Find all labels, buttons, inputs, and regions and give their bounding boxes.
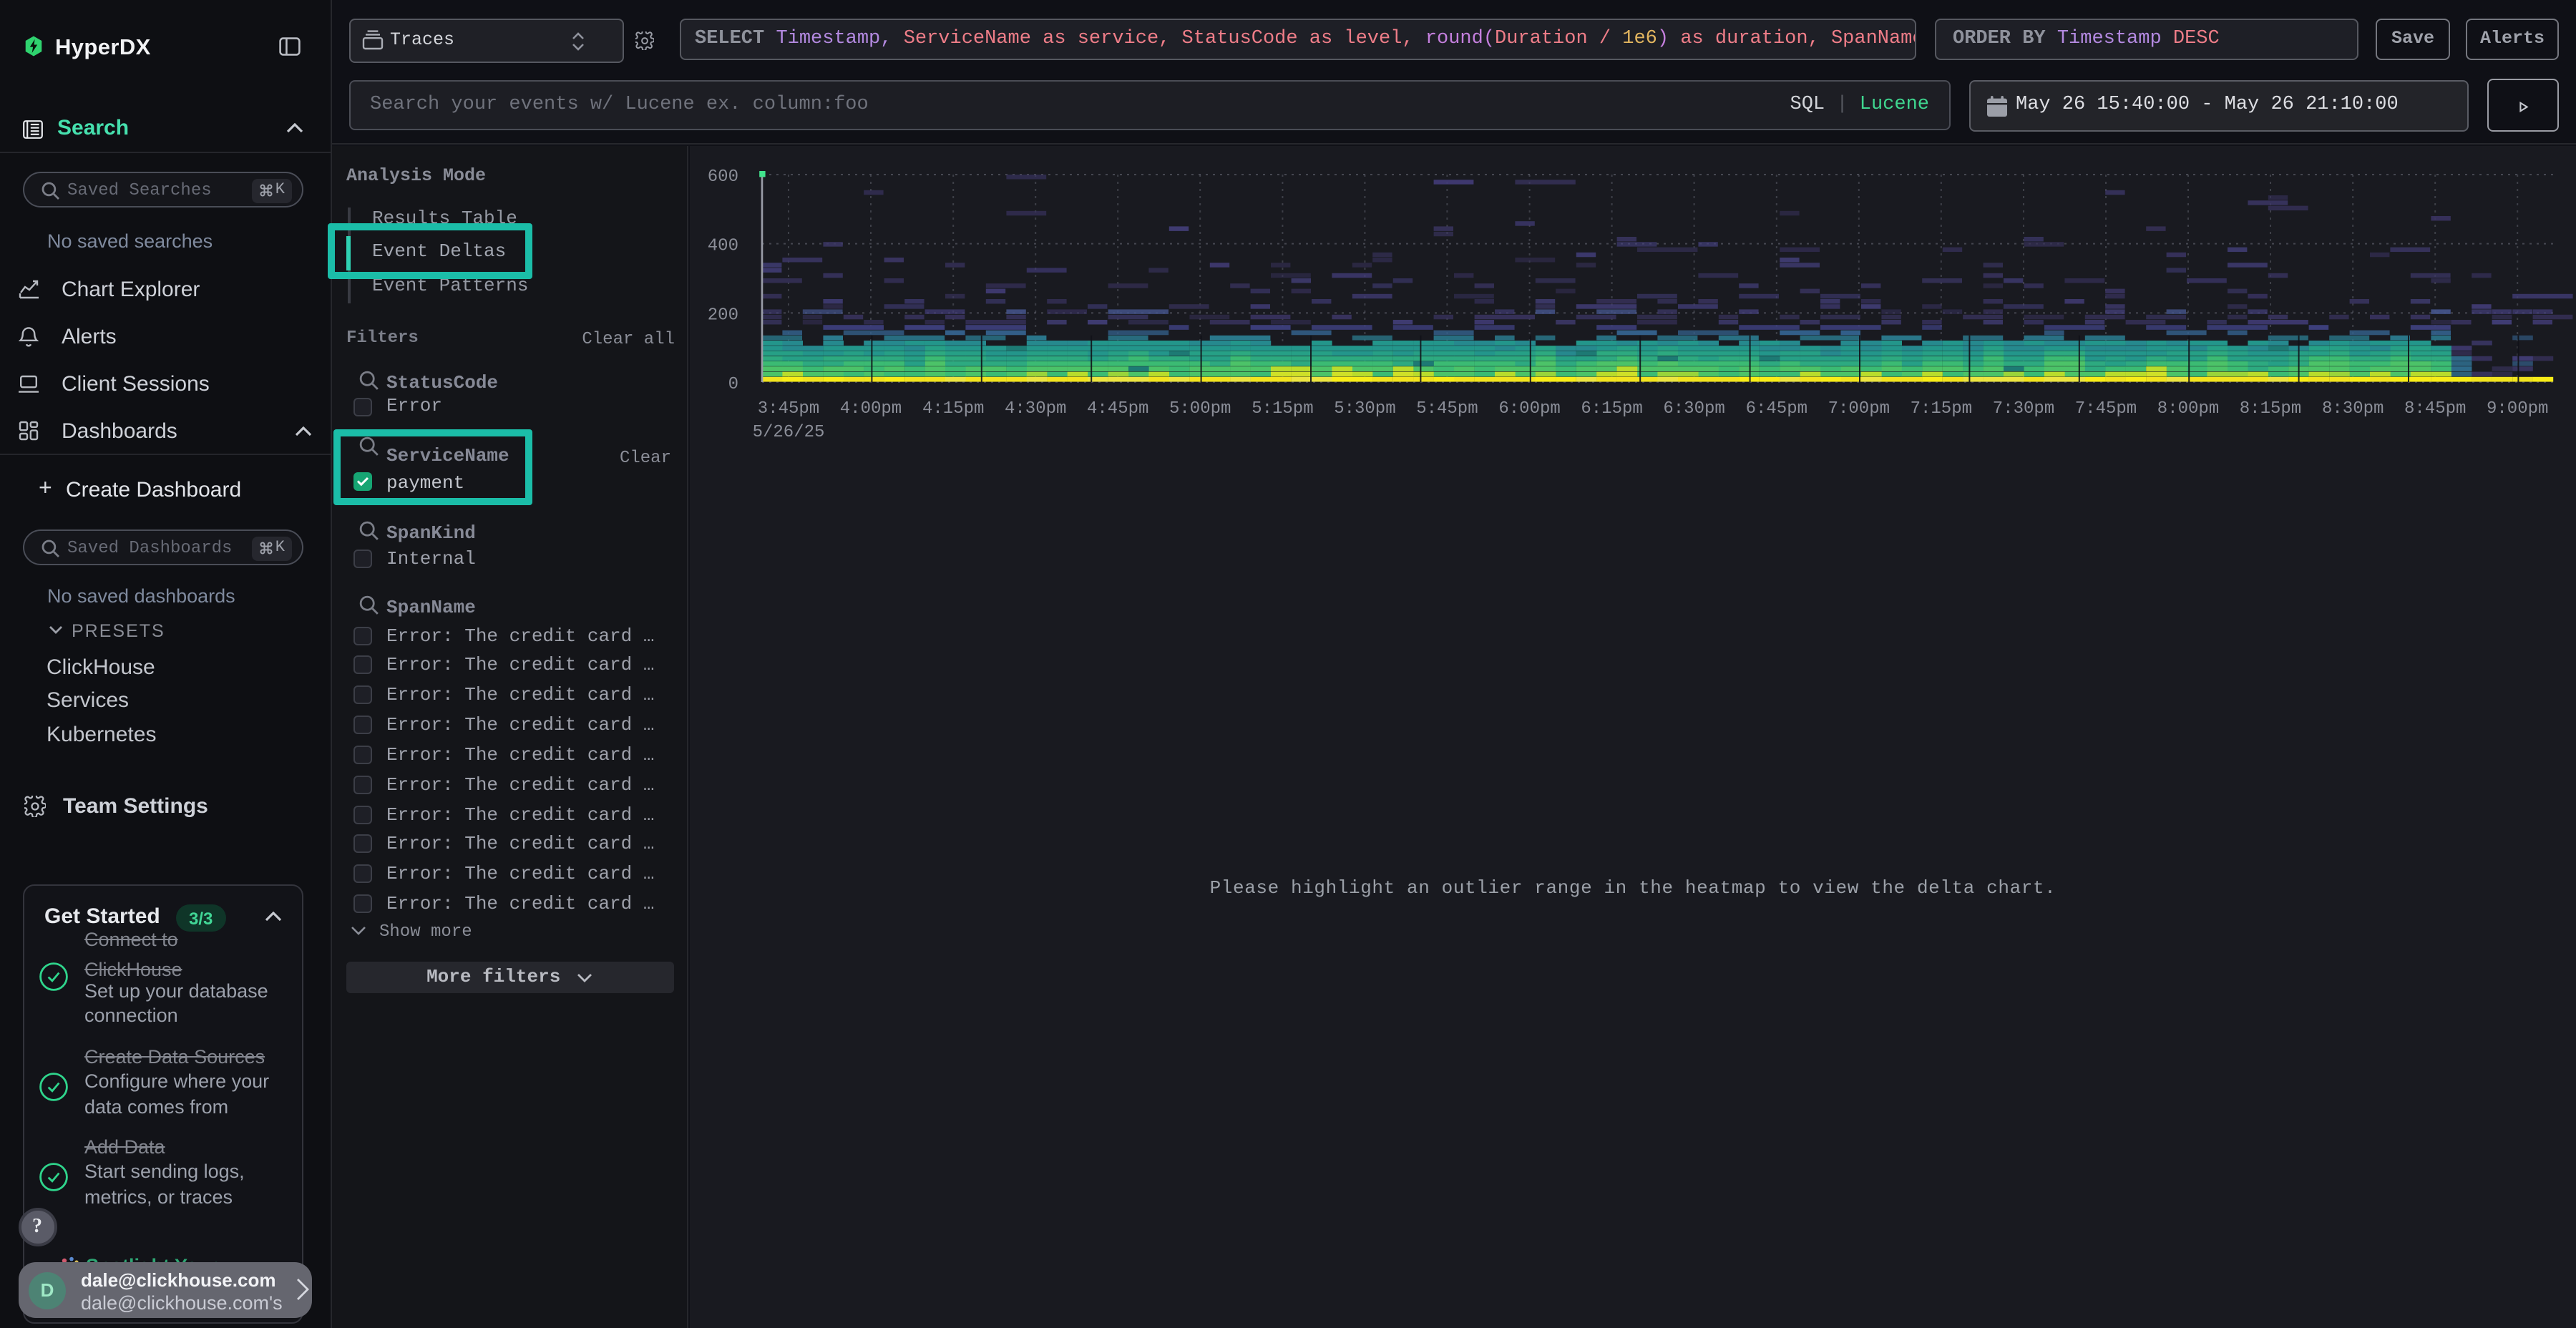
svg-text:4:15pm: 4:15pm	[922, 399, 984, 419]
svg-text:5:00pm: 5:00pm	[1169, 399, 1231, 419]
svg-text:7:00pm: 7:00pm	[1828, 399, 1890, 419]
svg-text:200: 200	[708, 306, 738, 325]
svg-text:4:00pm: 4:00pm	[840, 399, 902, 419]
svg-text:4:30pm: 4:30pm	[1005, 399, 1066, 419]
svg-text:7:45pm: 7:45pm	[2075, 399, 2137, 419]
svg-text:9:00pm: 9:00pm	[2487, 399, 2548, 419]
svg-text:3:45pm: 3:45pm	[758, 399, 819, 419]
svg-text:5:15pm: 5:15pm	[1252, 399, 1313, 419]
svg-text:4:45pm: 4:45pm	[1087, 399, 1148, 419]
svg-text:600: 600	[708, 167, 738, 187]
svg-text:5/26/25: 5/26/25	[753, 423, 825, 442]
svg-text:8:30pm: 8:30pm	[2322, 399, 2384, 419]
svg-text:7:30pm: 7:30pm	[1993, 399, 2054, 419]
svg-text:8:00pm: 8:00pm	[2157, 399, 2219, 419]
svg-text:5:45pm: 5:45pm	[1416, 399, 1478, 419]
svg-text:5:30pm: 5:30pm	[1334, 399, 1395, 419]
svg-text:0: 0	[728, 375, 738, 394]
svg-text:400: 400	[708, 237, 738, 256]
svg-text:6:45pm: 6:45pm	[1746, 399, 1807, 419]
svg-text:8:45pm: 8:45pm	[2404, 399, 2466, 419]
svg-text:6:00pm: 6:00pm	[1498, 399, 1560, 419]
svg-text:8:15pm: 8:15pm	[2240, 399, 2301, 419]
svg-text:6:15pm: 6:15pm	[1581, 399, 1642, 419]
svg-text:7:15pm: 7:15pm	[1911, 399, 1972, 419]
svg-text:6:30pm: 6:30pm	[1663, 399, 1724, 419]
